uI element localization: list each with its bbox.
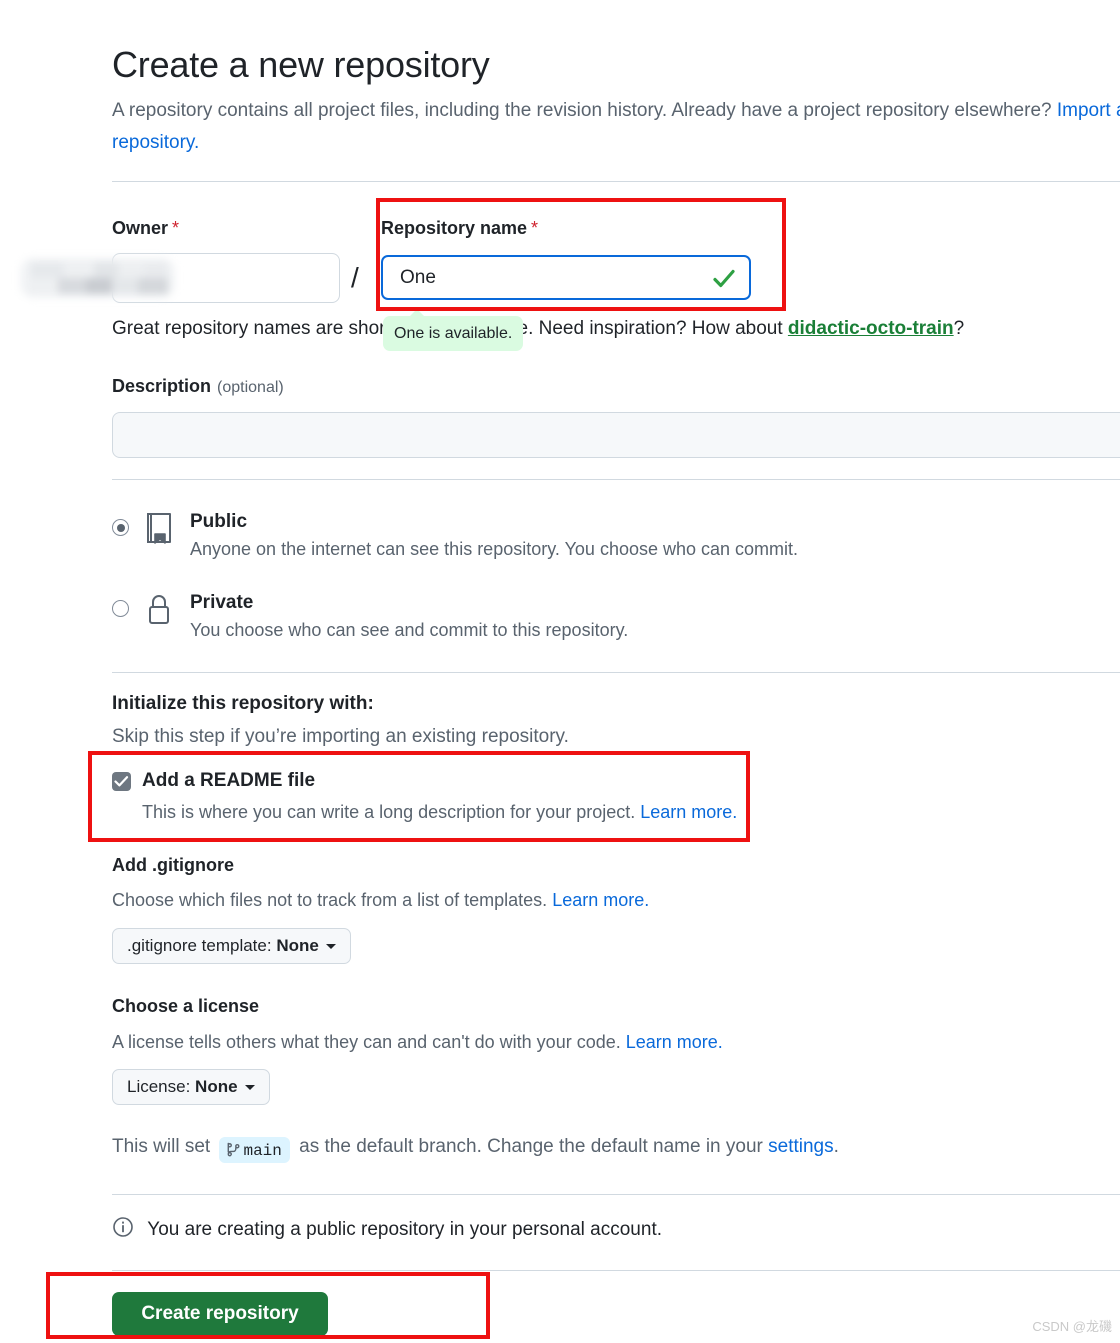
license-heading: Choose a license: [112, 996, 260, 1016]
license-select[interactable]: License: None: [112, 1069, 270, 1105]
gitignore-select-prefix: .gitignore template:: [127, 936, 277, 955]
default-branch-note: This will set main as the default branch…: [112, 1136, 839, 1163]
git-branch-icon: [228, 1142, 240, 1157]
repository-name-input[interactable]: One: [381, 255, 751, 300]
license-description-text: A license tells others what they can and…: [112, 1032, 626, 1052]
add-readme-description-text: This is where you can write a long descr…: [142, 802, 641, 822]
radio-private[interactable]: [112, 600, 129, 617]
divider-before-notice: [112, 1194, 1120, 1195]
default-branch-badge: main: [219, 1137, 290, 1163]
gitignore-description-text: Choose which files not to track from a l…: [112, 890, 553, 910]
license-select-value: None: [195, 1077, 238, 1096]
initialize-heading: Initialize this repository with:: [112, 693, 374, 714]
owner-label: Owner *: [112, 218, 179, 239]
branch-note-suffix: .: [833, 1136, 839, 1157]
readme-learn-more-link[interactable]: Learn more.: [640, 802, 737, 822]
owner-required-marker: *: [172, 218, 180, 238]
add-readme-checkbox[interactable]: [112, 772, 131, 791]
settings-link[interactable]: settings: [768, 1136, 833, 1157]
intro-text: A repository contains all project files,…: [112, 100, 1052, 121]
availability-tooltip: One is available.: [383, 309, 524, 351]
description-input[interactable]: [112, 412, 1120, 458]
annotation-box-add-readme: [88, 751, 750, 842]
repository-name-label-text: Repository name: [381, 218, 528, 238]
chevron-down-icon: [244, 1085, 255, 1091]
radio-public[interactable]: [112, 519, 129, 536]
visibility-private-title: Private: [190, 592, 254, 613]
book-icon: [144, 512, 174, 549]
branch-note-middle: as the default branch. Change the defaul…: [293, 1136, 769, 1157]
create-repository-button[interactable]: Create repository: [112, 1292, 328, 1336]
description-optional-note: (optional): [217, 379, 284, 396]
helper-tail: ?: [953, 318, 965, 339]
description-label-text: Description: [112, 376, 212, 396]
owner-label-text: Owner: [112, 218, 169, 238]
visibility-public-title: Public: [190, 511, 248, 532]
divider-after-visibility: [112, 672, 1120, 673]
suggested-name-link[interactable]: didactic-octo-train: [788, 318, 954, 339]
status-notice-text: You are creating a public repository in …: [147, 1219, 662, 1240]
owner-repo-separator: /: [351, 262, 359, 293]
watermark: CSDN @龙磯: [1032, 1319, 1112, 1334]
gitignore-learn-more-link[interactable]: Learn more.: [552, 890, 649, 910]
lock-icon: [144, 593, 174, 630]
status-notice: You are creating a public repository in …: [112, 1216, 662, 1244]
visibility-private-description: You choose who can see and commit to thi…: [190, 620, 629, 640]
divider-top: [112, 181, 1120, 182]
owner-name-redacted: [20, 258, 175, 298]
gitignore-select-value: None: [276, 936, 319, 955]
visibility-public-description: Anyone on the internet can see this repo…: [190, 539, 799, 559]
divider-after-description: [112, 479, 1120, 480]
chevron-down-icon: [325, 944, 336, 950]
license-description: A license tells others what they can and…: [112, 1032, 723, 1053]
repository-name-required-marker: *: [531, 218, 539, 238]
page-intro: A repository contains all project files,…: [112, 95, 1120, 159]
gitignore-template-select[interactable]: .gitignore template: None: [112, 928, 351, 964]
gitignore-description: Choose which files not to track from a l…: [112, 890, 649, 911]
page-title: Create a new repository: [112, 44, 490, 85]
repository-name-label: Repository name *: [381, 218, 538, 239]
repository-name-value: One: [400, 267, 436, 288]
green-check-icon: [711, 266, 737, 297]
license-learn-more-link[interactable]: Learn more.: [626, 1032, 723, 1052]
info-icon: [112, 1217, 139, 1243]
default-branch-name: main: [243, 1142, 282, 1160]
initialize-subtext: Skip this step if you’re importing an ex…: [112, 726, 569, 747]
branch-note-prefix: This will set: [112, 1136, 216, 1157]
add-readme-label[interactable]: Add a README file: [142, 770, 315, 792]
add-readme-description: This is where you can write a long descr…: [142, 802, 737, 823]
divider-before-actions: [112, 1270, 1120, 1271]
create-repository-page: Create a new repository A repository con…: [0, 0, 1120, 1343]
repository-name-helper: Great repository names are short and mem…: [112, 318, 1112, 340]
gitignore-heading: Add .gitignore: [112, 855, 234, 875]
license-select-prefix: License:: [127, 1077, 196, 1096]
description-label: Description (optional): [112, 376, 284, 397]
